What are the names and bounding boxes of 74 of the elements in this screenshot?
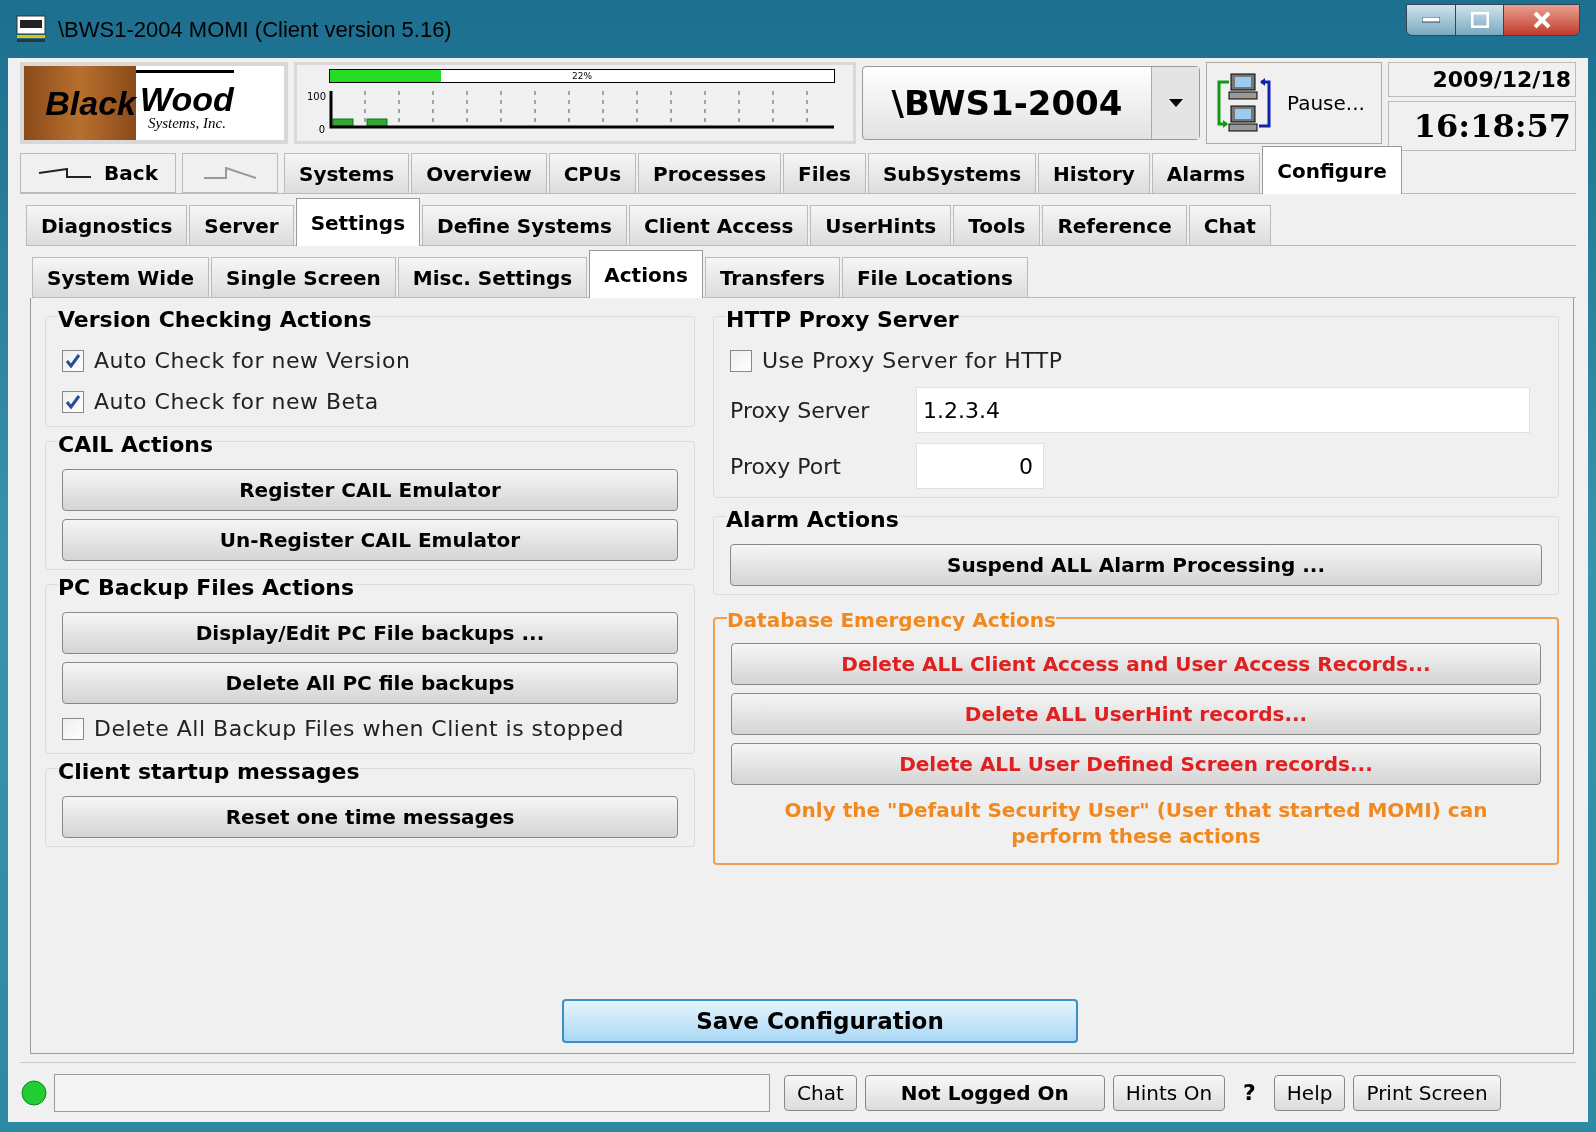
- checkbox-label: Use Proxy Server for HTTP: [762, 347, 1063, 375]
- maximize-icon: [1470, 12, 1489, 28]
- action-button[interactable]: Delete ALL User Defined Screen records...: [731, 743, 1541, 785]
- status-button[interactable]: Print Screen: [1353, 1074, 1501, 1111]
- action-button[interactable]: Reset one time messages: [62, 796, 678, 838]
- tab[interactable]: CPUs: [548, 153, 637, 193]
- save-configuration-button[interactable]: Save Configuration: [562, 999, 1078, 1043]
- maximize-button[interactable]: [1455, 5, 1503, 35]
- logo-text: Wood: [140, 82, 234, 116]
- action-button[interactable]: Display/Edit PC File backups ...: [62, 612, 678, 654]
- checkbox-label: Auto Check for new Version: [94, 347, 411, 375]
- tab[interactable]: UserHints: [810, 205, 952, 245]
- status-button[interactable]: Help: [1273, 1074, 1346, 1111]
- dropdown-arrow-icon: [1168, 99, 1183, 107]
- action-button[interactable]: Register CAIL Emulator: [62, 469, 678, 511]
- tab[interactable]: Alarms: [1151, 153, 1261, 193]
- tab[interactable]: File Locations: [841, 257, 1028, 297]
- tab[interactable]: Overview: [411, 153, 547, 193]
- time-display: 16:18:57: [1388, 101, 1576, 151]
- field-label: Proxy Server: [730, 396, 871, 425]
- checkbox[interactable]: [730, 349, 752, 372]
- help-text: ?: [1242, 1079, 1257, 1107]
- action-button[interactable]: Delete All PC file backups: [62, 662, 678, 704]
- tab[interactable]: Actions: [589, 250, 703, 298]
- status-button[interactable]: Hints On: [1112, 1074, 1226, 1111]
- system-name: \BWS1-2004: [890, 81, 1124, 125]
- field-label: Proxy Port: [730, 452, 842, 481]
- tab[interactable]: Single Screen: [211, 257, 396, 297]
- status-light-icon: [20, 1078, 48, 1107]
- action-button[interactable]: Delete ALL Client Access and User Access Records...: [731, 643, 1541, 685]
- tab[interactable]: Processes: [638, 153, 782, 193]
- date-display: 2009/12/18: [1388, 62, 1576, 97]
- tab[interactable]: Configure: [1262, 146, 1402, 194]
- logo-text: Black: [45, 82, 136, 124]
- checkbox-label: Delete All Backup Files when Client is stopped: [94, 715, 625, 743]
- tab[interactable]: History: [1038, 153, 1150, 193]
- note-text: Only the "Default Security User" (User that started MOMI) can perform these actions: [783, 797, 1489, 849]
- status-button[interactable]: Chat: [784, 1074, 857, 1111]
- action-button[interactable]: Un-Register CAIL Emulator: [62, 519, 678, 561]
- back-button[interactable]: Back: [20, 153, 176, 193]
- tab[interactable]: Client Access: [629, 205, 809, 245]
- tab[interactable]: Server: [189, 205, 294, 245]
- checkbox[interactable]: [62, 349, 84, 372]
- logo-tagline: Systems, Inc.: [147, 116, 227, 131]
- tab[interactable]: Settings: [295, 198, 421, 246]
- tab[interactable]: Systems: [284, 153, 410, 193]
- input-field[interactable]: 0: [916, 443, 1044, 489]
- window-title: \BWS1-2004 MOMI (Client version 5.16): [58, 15, 452, 44]
- pause-button[interactable]: Pause...: [1206, 62, 1382, 144]
- close-icon: [1531, 11, 1552, 29]
- action-button[interactable]: Suspend ALL Alarm Processing ...: [730, 544, 1542, 586]
- close-button[interactable]: [1503, 5, 1579, 35]
- progress-reading: 22%: [571, 70, 593, 82]
- action-button[interactable]: Delete ALL UserHint records...: [731, 693, 1541, 735]
- checkbox[interactable]: [62, 390, 84, 413]
- checkbox-label: Auto Check for new Beta: [94, 388, 379, 416]
- tab[interactable]: Chat: [1188, 205, 1271, 245]
- minimize-icon: [1422, 17, 1440, 23]
- axis-label: 0: [317, 123, 325, 137]
- input-field[interactable]: 1.2.3.4: [916, 387, 1530, 433]
- status-button[interactable]: Not Logged On: [864, 1074, 1105, 1111]
- tab[interactable]: Diagnostics: [26, 205, 188, 245]
- tab[interactable]: SubSystems: [867, 153, 1037, 193]
- app-icon: [16, 15, 46, 43]
- tab[interactable]: System Wide: [32, 257, 210, 297]
- checkbox[interactable]: [62, 717, 84, 740]
- tab[interactable]: Transfers: [704, 257, 840, 297]
- tab[interactable]: Misc. Settings: [397, 257, 588, 297]
- tab[interactable]: Files: [783, 153, 866, 193]
- system-selector[interactable]: \BWS1-2004: [862, 66, 1200, 140]
- tab[interactable]: Define Systems: [422, 205, 627, 245]
- tab[interactable]: Reference: [1042, 205, 1187, 245]
- axis-label: 100: [307, 90, 325, 104]
- tab[interactable]: Tools: [953, 205, 1041, 245]
